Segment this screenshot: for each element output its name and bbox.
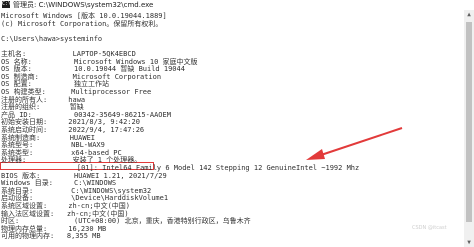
vertical-scrollbar[interactable]: ▲ ▼: [464, 10, 474, 247]
watermark: CSDN @itcast: [412, 225, 447, 231]
arrow-annotation: [306, 127, 403, 160]
scrollbar-thumb[interactable]: [466, 22, 472, 222]
scroll-down-arrow-icon[interactable]: ▼: [464, 238, 474, 247]
arrow-head: [306, 149, 325, 160]
arrow-shaft: [317, 127, 403, 157]
scroll-up-arrow-icon[interactable]: ▲: [464, 10, 474, 19]
